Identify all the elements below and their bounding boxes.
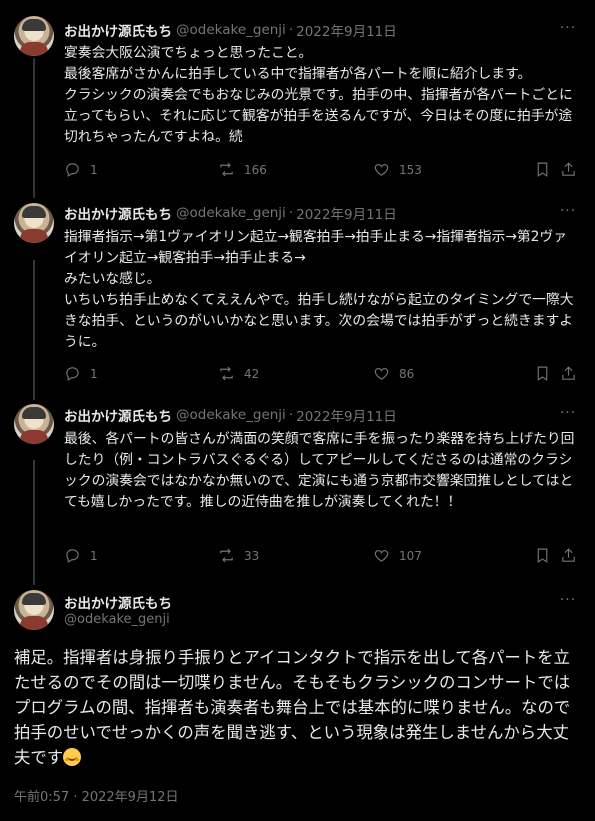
like-count: 107 <box>399 548 422 563</box>
tweet-text: 最後、各パートの皆さんが満面の笑顔で客席に手を振ったり楽器を持ち上げたり回したり… <box>64 431 575 510</box>
share-icon <box>562 366 575 380</box>
author-handle[interactable]: @odekake_genji <box>176 205 286 221</box>
reply-icon <box>66 367 79 381</box>
retweet-button[interactable]: 166 <box>218 161 267 178</box>
retweet-button[interactable]: 33 <box>218 547 259 564</box>
heart-icon <box>374 549 389 562</box>
retweet-count: 33 <box>244 548 260 563</box>
author-name[interactable]: お出かけ源氏もち <box>64 203 172 223</box>
bookmark-icon <box>537 366 548 381</box>
share-icon <box>562 162 575 176</box>
like-count: 153 <box>399 162 422 177</box>
heart-icon <box>374 367 389 380</box>
author-handle[interactable]: @odekake_genji <box>176 407 286 423</box>
avatar[interactable] <box>14 590 54 630</box>
retweet-icon <box>220 548 233 563</box>
author-handle[interactable]: @odekake_genji <box>176 22 286 38</box>
author-name[interactable]: お出かけ源氏もち <box>64 405 172 425</box>
retweet-count: 166 <box>244 162 267 177</box>
avatar[interactable] <box>14 16 54 56</box>
share-icon <box>562 548 575 562</box>
thread-line <box>33 460 35 585</box>
avatar[interactable] <box>14 404 54 444</box>
retweet-button[interactable]: 42 <box>218 365 259 382</box>
bookmark-button[interactable] <box>534 547 560 564</box>
like-count: 86 <box>399 366 415 381</box>
reply-count: 1 <box>90 366 98 381</box>
reply-button[interactable]: 1 <box>64 547 98 564</box>
tweet-text: 補足。指揮者は身振り手振りとアイコンタクトで指示を出して各パートを立たせるのでそ… <box>14 645 584 770</box>
tweet-actions: 1 42 86 <box>64 365 579 385</box>
tweet-date[interactable]: 2022年9月11日 <box>296 405 397 425</box>
author-name[interactable]: お出かけ源氏もち <box>64 592 172 612</box>
bookmark-icon <box>537 548 548 563</box>
tweet-header: お出かけ源氏もち @odekake_genji · 2022年9月11日 <box>64 203 397 223</box>
reply-icon <box>66 163 79 177</box>
reply-count: 1 <box>90 162 98 177</box>
retweet-count: 42 <box>244 366 260 381</box>
separator-dot: · <box>288 407 294 423</box>
tweet-date[interactable]: 2022年9月11日 <box>296 203 397 223</box>
more-options-icon[interactable]: ··· <box>559 405 577 425</box>
reply-button[interactable]: 1 <box>64 365 98 382</box>
tweet-header: お出かけ源氏もち @odekake_genji · 2022年9月11日 <box>64 405 397 425</box>
share-button[interactable] <box>560 365 586 382</box>
thread-line <box>33 58 35 198</box>
like-button[interactable]: 107 <box>373 547 422 564</box>
tweet-text-content: 補足。指揮者は身振り手振りとアイコンタクトで指示を出して各パートを立たせるのでそ… <box>14 648 571 767</box>
share-button[interactable] <box>560 547 586 564</box>
retweet-icon <box>220 162 233 177</box>
retweet-icon <box>220 366 233 381</box>
tweet-actions: 1 33 107 <box>64 547 579 567</box>
tweet-timestamp[interactable]: 午前0:57 · 2022年9月12日 <box>14 786 179 805</box>
more-options-icon[interactable]: ··· <box>559 592 577 612</box>
reply-button[interactable]: 1 <box>64 161 98 178</box>
bookmark-button[interactable] <box>534 365 560 382</box>
separator-dot: · <box>288 205 294 221</box>
like-button[interactable]: 153 <box>373 161 422 178</box>
tweet-text: 指揮者指示→第1ヴァイオリン起立→観客拍手→拍手止まる→指揮者指示→第2ヴァイオ… <box>64 229 574 350</box>
tweet-text: 宴奏会大阪公演でちょっと思ったこと。 最後客席がさかんに拍手している中で指揮者が… <box>64 45 573 145</box>
share-button[interactable] <box>560 161 586 178</box>
avatar[interactable] <box>14 203 54 243</box>
bookmark-button[interactable] <box>534 161 560 178</box>
author-handle[interactable]: @odekake_genji <box>64 612 170 627</box>
smiling-face-icon <box>63 748 82 766</box>
author-name[interactable]: お出かけ源氏もち <box>64 20 172 40</box>
bookmark-icon <box>537 162 548 177</box>
heart-icon <box>374 163 389 176</box>
separator-dot: · <box>288 22 294 38</box>
reply-icon <box>66 549 79 563</box>
tweet-date[interactable]: 2022年9月11日 <box>296 20 397 40</box>
thread-line <box>33 260 35 400</box>
like-button[interactable]: 86 <box>373 365 414 382</box>
more-options-icon[interactable]: ··· <box>559 20 577 40</box>
tweet-header: お出かけ源氏もち @odekake_genji · 2022年9月11日 <box>64 20 397 40</box>
more-options-icon[interactable]: ··· <box>559 203 577 223</box>
tweet-actions: 1 166 153 <box>64 161 579 181</box>
reply-count: 1 <box>90 548 98 563</box>
